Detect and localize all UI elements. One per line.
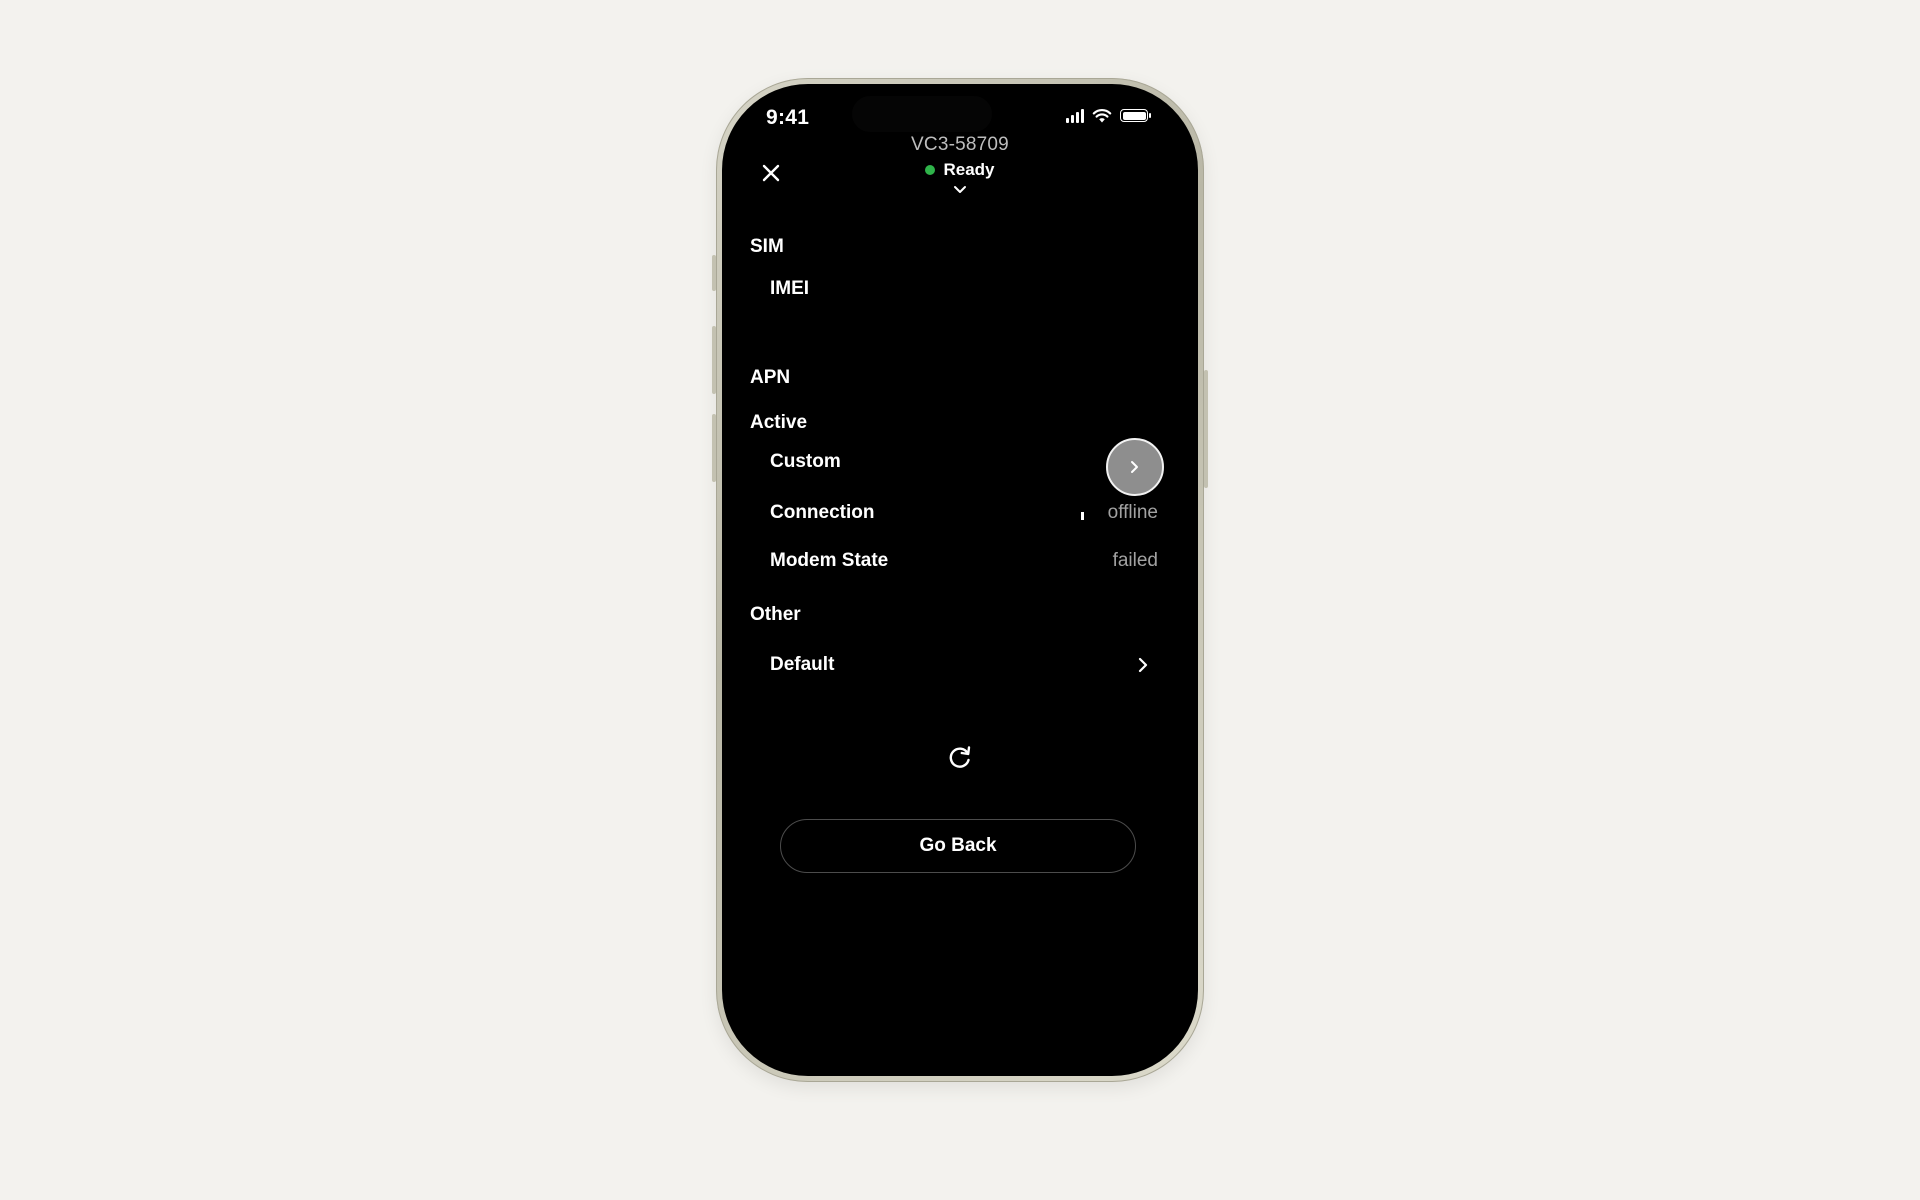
section-sim: SIM: [750, 236, 784, 257]
custom-label: Custom: [770, 451, 841, 472]
status-dot-icon: [925, 165, 936, 175]
canvas: 9:41 VC3-58709 Ready SIM IMEI APN Active…: [0, 0, 1920, 1200]
connection-value: offline: [1107, 502, 1158, 523]
connection-row: Connection offline: [770, 498, 1158, 528]
volume-up-button: [712, 326, 716, 394]
connection-indicator: [1080, 512, 1084, 520]
phone-screen: 9:41 VC3-58709 Ready SIM IMEI APN Active…: [722, 84, 1198, 1076]
status-icons: [1066, 108, 1151, 123]
device-status: Ready: [925, 160, 995, 180]
dynamic-island: [852, 96, 992, 132]
default-row[interactable]: Default: [770, 650, 1158, 680]
custom-row[interactable]: Custom: [770, 447, 1158, 477]
modem-state-value: failed: [1112, 550, 1158, 571]
chevron-right-icon: [1131, 461, 1138, 473]
status-label: Ready: [943, 160, 995, 179]
imei-row: IMEI: [770, 274, 1158, 304]
connection-label: Connection: [770, 502, 875, 523]
power-button: [1204, 370, 1208, 488]
imei-label: IMEI: [770, 278, 810, 299]
device-id: VC3-58709: [911, 134, 1009, 155]
action-button: [712, 255, 716, 291]
refresh-icon[interactable]: [946, 743, 974, 771]
chevron-right-icon[interactable]: [1136, 655, 1150, 675]
subsection-other: Other: [750, 604, 801, 625]
wifi-icon: [1092, 109, 1112, 123]
volume-down-button: [712, 414, 716, 482]
connection-value-group: offline: [1080, 502, 1158, 524]
status-time: 9:41: [766, 106, 810, 129]
section-apn: APN: [750, 367, 791, 388]
custom-open-button[interactable]: [1106, 438, 1164, 496]
subsection-active: Active: [750, 412, 808, 433]
battery-icon: [1120, 109, 1151, 122]
modem-state-row: Modem State failed: [770, 546, 1158, 576]
cellular-signal-icon: [1066, 108, 1084, 123]
default-label: Default: [770, 654, 835, 675]
chevron-down-icon[interactable]: [952, 184, 968, 196]
modem-state-label: Modem State: [770, 550, 889, 571]
device-header: VC3-58709 Ready: [722, 134, 1198, 196]
go-back-button[interactable]: Go Back: [780, 819, 1136, 873]
